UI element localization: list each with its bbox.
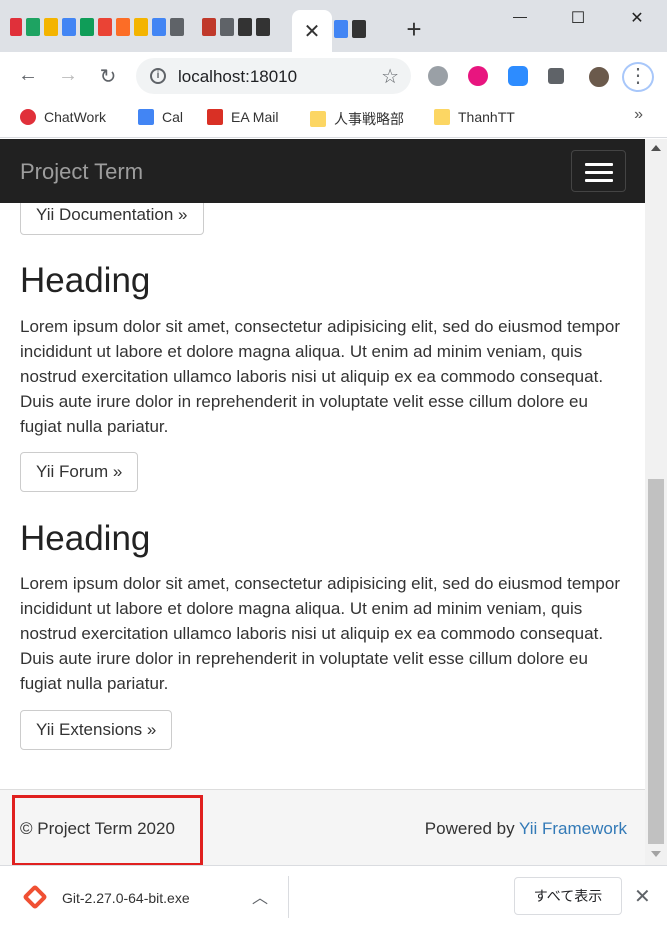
brand-link[interactable]: Project Term — [20, 159, 143, 185]
divider — [288, 876, 289, 918]
section-heading: Heading — [20, 261, 151, 300]
calendar-tab-icon[interactable] — [152, 18, 166, 36]
browser-toolbar: ← → ↻ i localhost:18010 ☆ ⋮ — [0, 52, 667, 100]
bookmarks-bar: ChatWork Cal EA Mail 人事戦略部 ThanhTT » — [0, 100, 667, 138]
back-button[interactable]: ← — [16, 64, 40, 87]
drive-tab-icon[interactable] — [26, 18, 40, 36]
gitlab-tab-icon[interactable] — [116, 18, 130, 36]
github-tab-icon-2[interactable] — [256, 18, 270, 36]
github-tab-icon-3[interactable] — [352, 20, 366, 38]
section-body: Lorem ipsum dolor sit amet, consectetur … — [20, 574, 621, 693]
bookmark-cal[interactable]: Cal — [138, 109, 183, 125]
bookmark-folder-thanhtt[interactable]: ThanhTT — [434, 109, 515, 125]
reload-button[interactable]: ↻ — [96, 64, 120, 89]
git-file-icon — [22, 884, 48, 910]
trailing-tabs[interactable] — [334, 20, 366, 38]
bookmark-star-icon[interactable]: ☆ — [381, 64, 399, 89]
page-viewport: Yii Documentation » Heading Lorem ipsum … — [0, 139, 645, 865]
avatar[interactable] — [587, 65, 611, 89]
bookmark-label: ChatWork — [44, 109, 106, 125]
tab-icon-red[interactable] — [202, 18, 216, 36]
address-bar[interactable]: i localhost:18010 ☆ — [136, 58, 411, 94]
powered-by-prefix: Powered by — [424, 819, 519, 838]
drive-tab-icon-2[interactable] — [62, 18, 76, 36]
forward-button[interactable]: → — [56, 64, 80, 87]
hamburger-bar — [585, 163, 613, 166]
close-tab-icon[interactable]: ✕ — [304, 19, 321, 44]
bookmark-folder-strategy[interactable]: 人事戦略部 — [310, 109, 404, 129]
maximize-button[interactable]: ☐ — [558, 8, 598, 28]
google-tab-icon[interactable] — [334, 20, 348, 38]
new-tab-button[interactable]: + — [402, 14, 426, 45]
section-heading: Heading — [20, 519, 151, 558]
yii-framework-link[interactable]: Yii Framework — [519, 819, 627, 838]
navbar: Project Term — [0, 139, 645, 203]
scroll-thumb[interactable] — [648, 479, 664, 844]
hamburger-bar — [585, 179, 613, 182]
sheets-tab-icon[interactable] — [80, 18, 94, 36]
sync-tab-icon[interactable] — [170, 18, 184, 36]
calendar-icon — [138, 109, 154, 125]
active-tab[interactable]: ✕ — [292, 10, 332, 52]
bookmark-chatwork[interactable]: ChatWork — [20, 109, 106, 125]
highlight-box — [12, 795, 203, 865]
folder-icon — [310, 111, 326, 127]
hamburger-bar — [585, 171, 613, 174]
tab-strip: ✕ + — ☐ ✕ — [0, 0, 667, 52]
chevron-up-icon[interactable]: ︿ — [252, 884, 268, 908]
bookmark-ea-mail[interactable]: EA Mail — [207, 109, 278, 125]
github-tab-icon[interactable] — [238, 18, 252, 36]
bookmark-label: Cal — [162, 109, 184, 125]
scroll-down-arrow-icon[interactable] — [651, 851, 661, 857]
extension-icon-2[interactable] — [468, 66, 488, 86]
yii-forum-button[interactable]: Yii Forum » — [20, 452, 139, 492]
url-text[interactable]: localhost:18010 — [178, 67, 297, 87]
section-body: Lorem ipsum dolor sit amet, consectetur … — [20, 317, 621, 436]
download-shelf: Git-2.27.0-64-bit.exe ︿ すべて表示 ✕ — [0, 865, 667, 927]
bookmark-label: ThanhTT — [458, 109, 515, 125]
info-icon[interactable]: i — [150, 68, 166, 84]
puzzle-icon[interactable] — [548, 68, 564, 84]
slides-tab-icon-2[interactable] — [134, 18, 148, 36]
scroll-up-arrow-icon[interactable] — [651, 145, 661, 151]
zoom-extension-icon[interactable] — [508, 66, 528, 86]
close-window-button[interactable]: ✕ — [617, 8, 657, 28]
chatwork-tab-icon[interactable] — [10, 18, 22, 36]
chatwork-icon — [20, 109, 36, 125]
bookmark-label: 人事戦略部 — [334, 111, 404, 127]
powered-by-text: Powered by Yii Framework — [425, 819, 627, 839]
bookmark-label: EA Mail — [231, 109, 279, 125]
bookmarks-overflow-button[interactable]: » — [634, 106, 643, 124]
menu-toggle-button[interactable] — [571, 150, 626, 192]
minimize-button[interactable]: — — [500, 8, 540, 24]
slides-tab-icon[interactable] — [44, 18, 58, 36]
page-scrollbar[interactable] — [645, 139, 667, 865]
browser-menu-button[interactable]: ⋮ — [622, 62, 654, 92]
yii-extensions-button[interactable]: Yii Extensions » — [20, 710, 173, 750]
gmail-tab-icon[interactable] — [98, 18, 112, 36]
gmail-icon — [207, 109, 223, 125]
pinned-tabs[interactable] — [10, 18, 270, 36]
download-filename[interactable]: Git-2.27.0-64-bit.exe — [62, 890, 190, 906]
extension-icon[interactable] — [428, 66, 448, 86]
sync-tab-icon-2[interactable] — [220, 18, 234, 36]
close-icon[interactable]: ✕ — [634, 884, 651, 909]
folder-icon — [434, 109, 450, 125]
show-all-button[interactable]: すべて表示 — [514, 877, 622, 915]
